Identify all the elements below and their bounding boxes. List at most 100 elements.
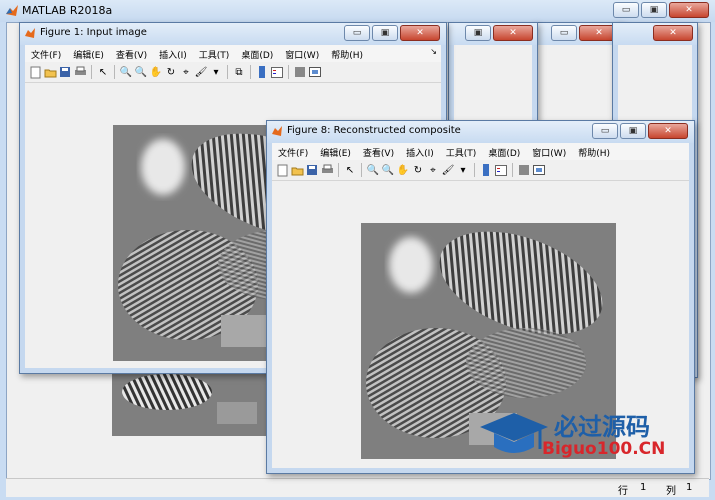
- figure-8-toolbar: ↖ 🔍 🔍 ✋ ↻ ⌖ 🖌 ▾: [272, 160, 689, 181]
- toolbar-separator: [250, 65, 251, 79]
- legend-icon[interactable]: [270, 65, 284, 79]
- matlab-logo-icon: [6, 5, 18, 16]
- fig8-restore-button[interactable]: ▣: [620, 123, 646, 139]
- brush-icon[interactable]: 🖌: [441, 163, 455, 177]
- fig8-minimize-button[interactable]: ▭: [592, 123, 618, 139]
- menu-edit[interactable]: 编辑(E): [314, 143, 357, 160]
- open-file-icon[interactable]: [290, 163, 304, 177]
- status-row-label: 行: [618, 486, 628, 497]
- main-close-button[interactable]: ✕: [669, 2, 709, 18]
- link-plot-icon[interactable]: ⧉: [232, 65, 246, 79]
- bg2-restore-button[interactable]: ▣: [465, 25, 491, 41]
- pointer-icon[interactable]: ↖: [343, 163, 357, 177]
- menu-edit[interactable]: 编辑(E): [67, 45, 110, 62]
- watermark: 必过源码 Biguo100.CN: [478, 405, 688, 467]
- zoom-out-icon[interactable]: 🔍: [381, 163, 395, 177]
- background-figure-3-title-bar[interactable]: ▭ ✕: [533, 23, 623, 45]
- save-icon[interactable]: [305, 163, 319, 177]
- toolbar-separator: [361, 163, 362, 177]
- status-col-value: 1: [686, 482, 693, 493]
- brush-dropdown-icon[interactable]: ▾: [456, 163, 470, 177]
- toolbar-separator: [114, 65, 115, 79]
- rotate-icon[interactable]: ↻: [164, 65, 178, 79]
- fig1-close-button[interactable]: ✕: [400, 25, 440, 41]
- pointer-icon[interactable]: ↖: [96, 65, 110, 79]
- main-restore-button[interactable]: ▣: [641, 2, 667, 18]
- background-image-pattern: [122, 374, 257, 424]
- save-icon[interactable]: [58, 65, 72, 79]
- menu-view[interactable]: 查看(V): [357, 143, 400, 160]
- main-status-bar: 行 1 列 1: [6, 478, 709, 497]
- fig8-close-button[interactable]: ✕: [648, 123, 688, 139]
- fig1-minimize-button[interactable]: ▭: [344, 25, 370, 41]
- matlab-figure-icon: [272, 126, 282, 136]
- background-figure-2-title-bar[interactable]: ▣ ✕: [449, 23, 537, 45]
- fig1-restore-button[interactable]: ▣: [372, 25, 398, 41]
- figure-8-title-bar[interactable]: Figure 8: Reconstructed composite ▭ ▣ ✕: [267, 121, 694, 143]
- menu-insert[interactable]: 插入(I): [153, 45, 193, 62]
- watermark-line-1: 必过源码: [554, 413, 650, 441]
- menu-insert[interactable]: 插入(I): [400, 143, 440, 160]
- bg3-minimize-button[interactable]: ▭: [551, 25, 577, 41]
- graduation-cap-logo-icon: [480, 413, 548, 453]
- toolbar-separator: [288, 65, 289, 79]
- menu-dock-arrow-icon[interactable]: ↘: [430, 47, 437, 56]
- main-title-text: MATLAB R2018a: [22, 4, 113, 17]
- menu-file[interactable]: 文件(F): [272, 143, 314, 160]
- menu-desktop[interactable]: 桌面(D): [482, 143, 526, 160]
- menu-view[interactable]: 查看(V): [110, 45, 153, 62]
- toolbar-separator: [91, 65, 92, 79]
- data-cursor-icon[interactable]: ⌖: [179, 65, 193, 79]
- status-col-label: 列: [666, 486, 676, 497]
- main-window-controls: ▭ ▣ ✕: [613, 2, 709, 18]
- pan-icon[interactable]: ✋: [396, 163, 410, 177]
- print-icon[interactable]: [320, 163, 334, 177]
- brush-icon[interactable]: 🖌: [194, 65, 208, 79]
- figure-1-title-bar[interactable]: Figure 1: Input image ▭ ▣ ✕: [20, 23, 446, 45]
- colorbar-icon[interactable]: [479, 163, 493, 177]
- bg2-close-button[interactable]: ✕: [493, 25, 533, 41]
- show-plot-tools-icon[interactable]: [308, 65, 322, 79]
- menu-tools[interactable]: 工具(T): [440, 143, 483, 160]
- zoom-in-icon[interactable]: 🔍: [366, 163, 380, 177]
- background-image-fragment: [112, 372, 268, 436]
- figure-1-title: Figure 1: Input image: [40, 27, 147, 38]
- toolbar-separator: [338, 163, 339, 177]
- menu-tools[interactable]: 工具(T): [193, 45, 236, 62]
- matlab-figure-icon: [25, 28, 35, 38]
- new-figure-icon[interactable]: [275, 163, 289, 177]
- main-title-bar: MATLAB R2018a ▭ ▣ ✕: [0, 0, 715, 22]
- menu-help[interactable]: 帮助(H): [572, 143, 616, 160]
- zoom-in-icon[interactable]: 🔍: [119, 65, 133, 79]
- figure-8-title: Figure 8: Reconstructed composite: [287, 125, 461, 136]
- figure-1-menubar: 文件(F) 编辑(E) 查看(V) 插入(I) 工具(T) 桌面(D) 窗口(W…: [25, 45, 441, 62]
- brush-dropdown-icon[interactable]: ▾: [209, 65, 223, 79]
- background-figure-4-title-bar[interactable]: ✕: [613, 23, 697, 45]
- hide-plot-tools-icon[interactable]: [293, 65, 307, 79]
- figure-8-menubar: 文件(F) 编辑(E) 查看(V) 插入(I) 工具(T) 桌面(D) 窗口(W…: [272, 143, 689, 160]
- pan-icon[interactable]: ✋: [149, 65, 163, 79]
- data-cursor-icon[interactable]: ⌖: [426, 163, 440, 177]
- main-minimize-button[interactable]: ▭: [613, 2, 639, 18]
- menu-help[interactable]: 帮助(H): [325, 45, 369, 62]
- toolbar-separator: [512, 163, 513, 177]
- toolbar-separator: [474, 163, 475, 177]
- bg4-close-button[interactable]: ✕: [653, 25, 693, 41]
- status-row-value: 1: [640, 482, 647, 493]
- open-file-icon[interactable]: [43, 65, 57, 79]
- menu-window[interactable]: 窗口(W): [526, 143, 572, 160]
- figure-1-toolbar: ↖ 🔍 🔍 ✋ ↻ ⌖ 🖌 ▾ ⧉: [25, 62, 441, 83]
- menu-desktop[interactable]: 桌面(D): [235, 45, 279, 62]
- legend-icon[interactable]: [494, 163, 508, 177]
- new-figure-icon[interactable]: [28, 65, 42, 79]
- hide-plot-tools-icon[interactable]: [517, 163, 531, 177]
- watermark-line-2: Biguo100.CN: [542, 439, 666, 459]
- zoom-out-icon[interactable]: 🔍: [134, 65, 148, 79]
- print-icon[interactable]: [73, 65, 87, 79]
- toolbar-separator: [227, 65, 228, 79]
- menu-file[interactable]: 文件(F): [25, 45, 67, 62]
- colorbar-icon[interactable]: [255, 65, 269, 79]
- rotate-icon[interactable]: ↻: [411, 163, 425, 177]
- show-plot-tools-icon[interactable]: [532, 163, 546, 177]
- menu-window[interactable]: 窗口(W): [279, 45, 325, 62]
